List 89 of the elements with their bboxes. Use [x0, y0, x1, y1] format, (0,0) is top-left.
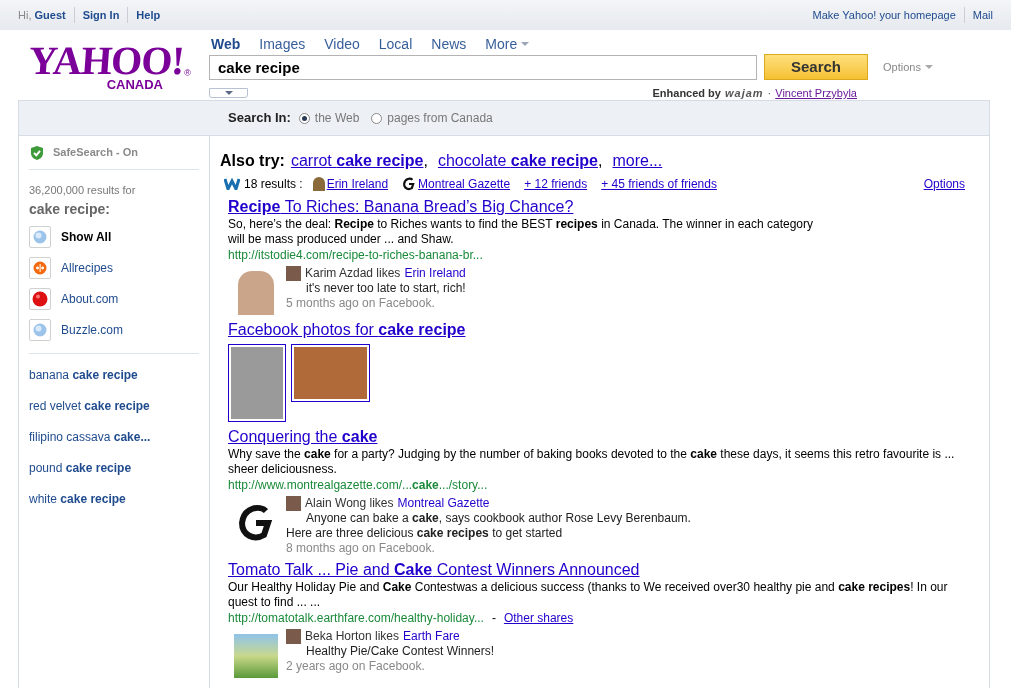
person-photo: [312, 177, 325, 191]
letter-g-icon: [402, 177, 417, 191]
share-time: 2 years ago on Facebook.: [286, 659, 426, 674]
search-tab[interactable]: Video: [324, 34, 360, 54]
related-search-link[interactable]: pound cake recipe: [29, 460, 199, 476]
result-snippet: Why save the cake for a party? Judging by the number of baking books devoted to the cake these days, it seems this retro favourite is ... sheer deliciousness.: [228, 447, 956, 477]
related-search-link[interactable]: banana cake recipe: [29, 367, 199, 383]
results-count: 18 results :: [244, 176, 303, 193]
sphere-icon: [32, 290, 48, 307]
wajam-logo: wajam: [724, 86, 764, 101]
yahoo-logo[interactable]: YAHOO!® CANADA: [0, 30, 191, 100]
separator-text: ·: [767, 86, 772, 101]
source-filter[interactable]: Show All: [29, 225, 199, 248]
safesearch-status[interactable]: SafeSearch - On: [53, 144, 138, 161]
comma-text: ,: [423, 151, 428, 171]
avatar-photo: [286, 496, 301, 511]
comma-text: ,: [598, 151, 603, 171]
separator-text: -: [491, 610, 496, 626]
related-search-link[interactable]: red velvet cake recipe: [29, 398, 199, 414]
photo-placeholder: [238, 271, 274, 315]
search-tab[interactable]: More: [485, 34, 530, 54]
liker-text: Alain Wong likes: [305, 496, 394, 511]
share-time: 8 months ago on Facebook.: [286, 541, 436, 556]
user-link[interactable]: Vincent Przybyla: [775, 85, 857, 102]
shared-message: Anyone can bake a cake, says cookbook author Rose Levy Berenbaum.: [305, 511, 691, 526]
radio-button[interactable]: [298, 112, 310, 124]
top-link[interactable]: Help: [127, 6, 169, 24]
result-url: http://www.montrealgazette.com/...cake.../story...: [228, 477, 488, 493]
search-tab[interactable]: News: [431, 34, 467, 54]
options-link[interactable]: Options: [883, 58, 933, 76]
w-logo-icon: [224, 178, 240, 190]
result-snippet: Our Healthy Holiday Pie and Cake Contestwas a delicious success (thanks to We received over30 healthy pie and cake recipes! In our quest to find ... ...: [228, 580, 949, 610]
search-tab[interactable]: Local: [378, 34, 413, 54]
caret-icon: [224, 91, 233, 96]
results-count: 36,200,000 results for: [29, 183, 137, 198]
also-try-label: Also try:: [220, 151, 285, 171]
search-tab[interactable]: Web: [211, 34, 241, 54]
friend-link[interactable]: Erin Ireland: [312, 175, 389, 193]
globe-icon: [33, 229, 47, 244]
source-filter[interactable]: Allrecipes: [29, 256, 199, 279]
shared-message: it's never too late to start, rich!: [305, 281, 466, 296]
liker-text: Beka Horton likes: [305, 629, 400, 644]
page-link[interactable]: Erin Ireland: [404, 266, 466, 281]
photo-placeholder: [234, 634, 278, 678]
recipe-logo-icon: [33, 260, 47, 275]
radio-button[interactable]: [371, 112, 383, 124]
top-link[interactable]: Make Yahoo! your homepage: [804, 6, 964, 24]
shared-message: Here are three delicious cake recipes to get started: [286, 526, 564, 541]
liker-text: Karim Azdad likes: [305, 266, 401, 281]
shield-icon: [29, 144, 45, 161]
source-filter[interactable]: Buzzle.com: [29, 318, 199, 341]
source-filter[interactable]: About.com: [29, 287, 199, 310]
caret-icon: [924, 65, 933, 69]
related-search-link[interactable]: filipino cassava cake...: [29, 429, 199, 445]
result-title-link[interactable]: Facebook photos for cake recipe: [228, 320, 466, 339]
radio-option[interactable]: pages from Canada: [371, 109, 493, 127]
avatar-photo: [286, 266, 301, 281]
expand-button[interactable]: [209, 88, 248, 99]
result-title-link[interactable]: Tomato Talk ... Pie and Cake Contest Winners Announced: [228, 560, 640, 579]
avatar-photo: [286, 629, 301, 644]
result-url: http://tomatotalk.earthfare.com/healthy-holiday...: [228, 610, 484, 626]
search-in-label: Search In:: [228, 109, 291, 128]
query-text: cake recipe:: [29, 199, 111, 219]
result-title-link[interactable]: Recipe To Riches: Banana Bread’s Big Chance?: [228, 197, 574, 216]
share-time: 5 months ago on Facebook.: [286, 296, 436, 311]
globe-icon: [33, 322, 47, 337]
options-link[interactable]: Options: [923, 175, 965, 193]
suggestion-link[interactable]: carrot cake recipe: [290, 149, 424, 173]
search-button[interactable]: Search: [764, 54, 868, 80]
related-search-link[interactable]: white cake recipe: [29, 491, 199, 507]
result-url: http://itstodie4.com/recipe-to-riches-banana-br...: [228, 247, 483, 263]
other-shares-link[interactable]: Other shares: [503, 610, 574, 626]
search-tab[interactable]: Images: [259, 34, 306, 54]
top-link[interactable]: Sign In: [73, 6, 128, 24]
friend-link[interactable]: Montreal Gazette: [402, 175, 511, 193]
result-title-link[interactable]: Conquering the cake: [228, 427, 378, 446]
friend-link[interactable]: + 45 friends of friends: [601, 175, 717, 193]
page-link[interactable]: Earth Fare: [403, 629, 460, 644]
shared-message: Healthy Pie/Cake Contest Winners!: [305, 644, 495, 659]
greeting-link[interactable]: Hi, Guest: [18, 6, 74, 24]
top-link[interactable]: Mail: [963, 6, 993, 24]
friend-link[interactable]: + 12 friends: [524, 175, 588, 193]
suggestion-link[interactable]: more...: [612, 149, 663, 173]
search-field[interactable]: cake recipe: [209, 54, 757, 80]
result-snippet: So, here’s the deal: Recipe to Riches wants to find the BEST recipes in Canada. The winner in each category will be mass produced under ... and Shaw.: [228, 217, 815, 247]
radio-option[interactable]: the Web: [298, 109, 360, 127]
enhanced-label: Enhanced by: [652, 86, 721, 101]
suggestion-link[interactable]: chocolate cake recipe: [437, 149, 598, 173]
page-link[interactable]: Montreal Gazette: [397, 496, 490, 511]
